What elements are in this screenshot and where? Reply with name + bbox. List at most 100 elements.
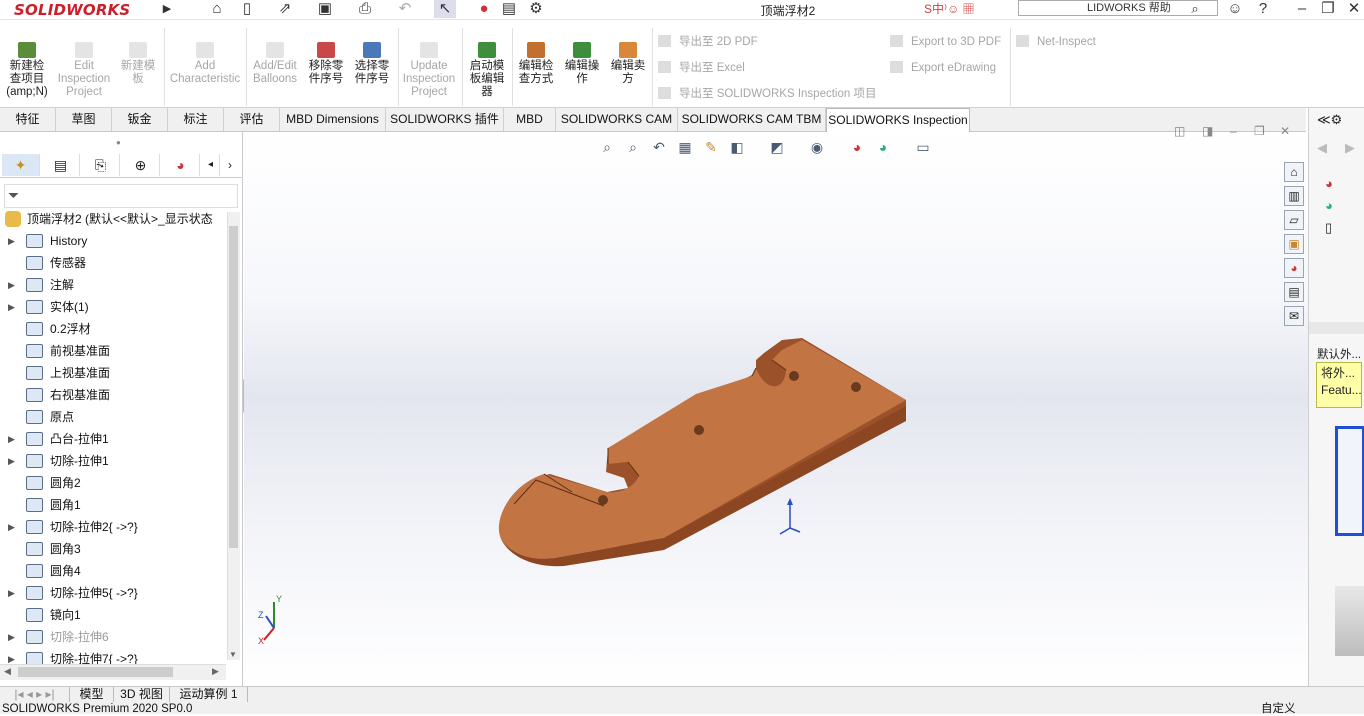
appearance-folder-icon[interactable]: ◕ <box>1325 176 1333 191</box>
section-view-icon[interactable]: ▦ <box>674 137 696 157</box>
tree-item[interactable]: ▶ 凸台-拉伸1 <box>0 428 226 450</box>
options-gear-icon[interactable]: ⚙ <box>526 0 546 18</box>
expand-arrow-icon[interactable]: ▶ <box>8 450 15 472</box>
tree-item[interactable]: ▶ 切除-拉伸2{ ->?} <box>0 516 226 538</box>
edit-vendor-button[interactable]: 编辑卖 方 <box>606 42 650 86</box>
expand-arrow-icon[interactable]: ▶ <box>8 230 15 252</box>
menu-expand-icon[interactable]: ▶ <box>160 0 174 18</box>
tree-item[interactable]: 原点 <box>0 406 226 428</box>
property-manager-tab-icon[interactable]: ▤ <box>42 154 80 176</box>
model-view[interactable]: Y X Z <box>244 132 1308 686</box>
tree-item[interactable]: ▶ 注解 <box>0 274 226 296</box>
task-pane-options-icon[interactable]: ≪⚙ <box>1317 112 1342 128</box>
open-icon[interactable]: ⇗ <box>274 0 296 18</box>
tabs-scroll-left-icon[interactable]: ◂ <box>202 154 220 176</box>
export-inspection-project-button[interactable]: 导出至 SOLIDWORKS Inspection 项目 <box>658 87 876 101</box>
tree-item[interactable]: 传感器 <box>0 252 226 274</box>
tree-item[interactable]: 圆角1 <box>0 494 226 516</box>
appearance-preview[interactable] <box>1335 426 1364 536</box>
tab-model[interactable]: 模型 <box>70 687 114 703</box>
tree-item[interactable]: ▶ 实体(1) <box>0 296 226 318</box>
graphics-area[interactable]: Y X Z ◫ ◨ – ❐ ✕ <box>244 124 1308 686</box>
add-edit-balloons-button[interactable]: Add/Edit Balloons <box>250 42 300 86</box>
home-icon[interactable]: ⌂ <box>206 0 228 18</box>
expand-arrow-icon[interactable]: ▶ <box>8 274 15 296</box>
viewport-restore-icon[interactable]: ❐ <box>1254 124 1265 138</box>
rebuild-traffic-light-icon[interactable]: ● <box>476 0 492 18</box>
solidworks-logo[interactable]: SOLIDWORKS <box>14 1 130 19</box>
tab-mbd[interactable]: MBD <box>504 108 556 131</box>
panel-grip-icon[interactable]: ● <box>116 138 121 147</box>
horizontal-scroll-thumb[interactable] <box>18 667 173 677</box>
back-icon[interactable]: ◀ <box>1317 140 1327 156</box>
tree-root[interactable]: 顶端浮材2 (默认<<默认>_显示状态 ▲ <box>0 208 240 230</box>
design-library-icon[interactable]: ▥ <box>1284 186 1304 206</box>
view-orientation-icon[interactable]: ◧ <box>726 137 748 157</box>
new-template-button[interactable]: 新建模 板 <box>116 42 160 86</box>
tree-item[interactable]: 前视基准面 <box>0 340 226 362</box>
display-style-icon[interactable]: ◩ <box>766 137 788 157</box>
restore-icon[interactable]: ❐ <box>1318 0 1338 18</box>
previous-view-icon[interactable]: ↶ <box>648 137 670 157</box>
vertical-scroll-thumb[interactable] <box>229 226 238 548</box>
tab-evaluate[interactable]: 评估 <box>224 108 280 131</box>
search-icon[interactable]: ⌕ <box>1186 0 1204 18</box>
tree-item[interactable]: 圆角4 <box>0 560 226 582</box>
select-cursor-icon[interactable]: ↖ <box>434 0 456 18</box>
task-pane-scrollbar[interactable] <box>1309 322 1364 334</box>
tab-motion-study[interactable]: 运动算例 1 <box>170 687 248 703</box>
hide-show-items-icon[interactable]: ◉ <box>806 137 828 157</box>
minimize-icon[interactable]: – <box>1292 0 1312 18</box>
tree-item[interactable]: 圆角3 <box>0 538 226 560</box>
tree-item[interactable]: ▶ History <box>0 230 226 252</box>
axis-triad[interactable]: Y X Z <box>258 594 282 646</box>
expand-arrow-icon[interactable]: ▶ <box>8 516 15 538</box>
tab-sheet-metal[interactable]: 钣金 <box>112 108 168 131</box>
viewport-close-icon[interactable]: ✕ <box>1280 124 1290 138</box>
tab-3d-views[interactable]: 3D 视图 <box>114 687 170 703</box>
launch-template-editor-button[interactable]: 启动模 板编辑 器 <box>466 42 508 99</box>
add-characteristic-button[interactable]: Add Characteristic <box>168 42 242 86</box>
forum-icon[interactable]: ✉ <box>1284 306 1304 326</box>
export-excel-button[interactable]: 导出至 Excel <box>658 61 745 75</box>
viewport-split-icon[interactable]: ◫ <box>1174 124 1185 138</box>
new-document-icon[interactable]: ▯ <box>236 0 258 18</box>
tree-item[interactable]: 上视基准面 <box>0 362 226 384</box>
custom-properties-icon[interactable]: ▤ <box>1284 282 1304 302</box>
solidworks-resources-icon[interactable]: ⌂ <box>1284 162 1304 182</box>
tree-item[interactable]: ▶ 切除-拉伸5{ ->?} <box>0 582 226 604</box>
export-edrawing-button[interactable]: Export eDrawing <box>890 61 996 75</box>
file-properties-icon[interactable]: ▤ <box>500 0 518 18</box>
select-balloon-button[interactable]: 选择零 件序号 <box>350 42 394 86</box>
tab-sketch[interactable]: 草图 <box>56 108 112 131</box>
dimxpert-tab-icon[interactable]: ⊕ <box>122 154 160 176</box>
edit-inspection-project-button[interactable]: Edit Inspection Project <box>54 42 114 99</box>
display-manager-tab-icon[interactable]: ◕ <box>162 154 200 176</box>
tree-item[interactable]: 右视基准面 <box>0 384 226 406</box>
scroll-down-icon[interactable]: ▼ <box>229 650 237 659</box>
tab-solidworks-addins[interactable]: SOLIDWORKS 插件 <box>386 108 504 131</box>
forward-icon[interactable]: ▶ <box>1345 140 1355 156</box>
close-icon[interactable]: ✕ <box>1344 0 1364 18</box>
tab-mbd-dimensions[interactable]: MBD Dimensions <box>280 108 386 131</box>
zoom-to-area-icon[interactable]: ⌕ <box>622 137 644 157</box>
tree-item[interactable]: 镜向1 <box>0 604 226 626</box>
export-2d-pdf-button[interactable]: 导出至 2D PDF <box>658 35 758 49</box>
appearances-icon[interactable]: ◕ <box>1284 258 1304 278</box>
tree-item[interactable]: 圆角2 <box>0 472 226 494</box>
feature-tree-tab-icon[interactable]: ✦ <box>2 154 40 176</box>
file-explorer-icon[interactable]: ▱ <box>1284 210 1304 230</box>
tab-features[interactable]: 特征 <box>0 108 56 131</box>
print-icon[interactable]: ⎙ <box>354 0 376 18</box>
scroll-left-icon[interactable]: ◀ <box>4 666 11 677</box>
scene-folder-icon[interactable]: ◕ <box>1325 198 1333 213</box>
tab-markup[interactable]: 标注 <box>168 108 224 131</box>
tree-item[interactable]: ▶ 切除-拉伸6 <box>0 626 226 648</box>
save-icon[interactable]: ▣ <box>314 0 336 18</box>
scene-preview[interactable] <box>1335 586 1364 656</box>
view-palette-icon[interactable]: ▣ <box>1284 234 1304 254</box>
apply-scene-icon[interactable]: ◕ <box>872 137 894 157</box>
update-inspection-project-button[interactable]: Update Inspection Project <box>400 42 458 99</box>
expand-arrow-icon[interactable]: ▶ <box>8 428 15 450</box>
dynamic-annotation-icon[interactable]: ✎ <box>700 137 722 157</box>
